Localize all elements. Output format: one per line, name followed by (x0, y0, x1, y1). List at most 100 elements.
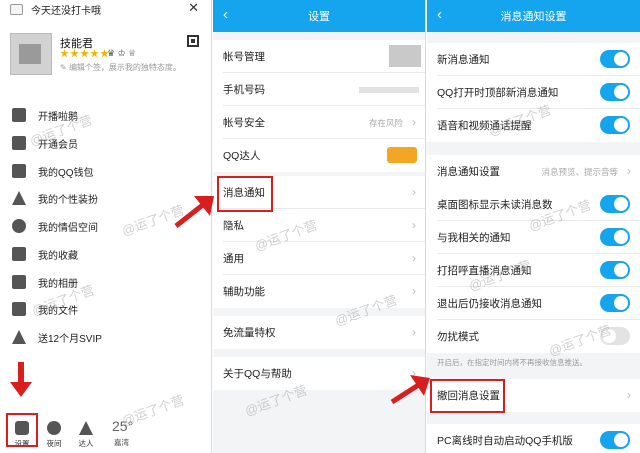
notification-settings-screen: ‹ 消息通知设置 新消息通知 QQ打开时顶部新消息通知 语音和视频通话提醒 消息… (427, 0, 640, 453)
chevron-right-icon: › (627, 164, 631, 178)
menu-item-album[interactable]: 我的相册 (0, 268, 211, 296)
account-thumbnail (389, 45, 421, 67)
menu-item-svip[interactable]: 送12个月SVIP (0, 323, 211, 351)
phone-value-blur (359, 87, 419, 93)
menu-item-wallet[interactable]: 我的QQ钱包 (0, 157, 211, 185)
expert-button[interactable]: 达人 (72, 421, 100, 449)
level-stars[interactable] (60, 49, 109, 58)
expert-label: 达人 (78, 439, 94, 448)
star-icon (60, 49, 69, 58)
signature[interactable]: ✎ 编辑个签，展示我的独特态度。 (60, 62, 181, 73)
menu-item-favorites[interactable]: 我的收藏 (0, 240, 211, 268)
settings-item-security[interactable]: 帐号安全 存在风险 › (213, 106, 425, 139)
star-icon (80, 49, 89, 58)
moon-icon (47, 421, 61, 435)
signature-text: 编辑个签，展示我的独特态度。 (68, 63, 181, 72)
highlight-box-notification (217, 176, 273, 212)
toggle-switch[interactable] (600, 116, 630, 134)
menu-label: 开通会员 (38, 139, 78, 151)
toggle-row-new-message[interactable]: 新消息通知 (427, 43, 640, 76)
toggle-switch[interactable] (600, 50, 630, 68)
chevron-right-icon: › (412, 325, 416, 339)
toggle-row-pc-offline-auto-start[interactable]: PC离线时自动启动QQ手机版 (427, 424, 640, 453)
back-icon[interactable]: ‹ (437, 7, 442, 23)
settings-item-privacy[interactable]: 隐私 › (213, 209, 425, 242)
checkin-icon (10, 4, 23, 15)
row-label: 辅助功能 (223, 286, 265, 298)
row-label: 通用 (223, 253, 244, 265)
row-label: 免流量特权 (223, 327, 276, 339)
settings-item-general[interactable]: 通用 › (213, 242, 425, 275)
settings-item-free-data[interactable]: 免流量特权 › (213, 316, 425, 349)
toggle-row-do-not-disturb[interactable]: 勿扰模式 (427, 320, 640, 353)
toggle-row-receive-after-exit[interactable]: 退出后仍接收消息通知 (427, 287, 640, 320)
toggle-switch[interactable] (600, 294, 630, 312)
night-mode-button[interactable]: 夜间 (40, 421, 68, 449)
menu-label: 我的情侣空间 (38, 222, 98, 234)
menu-label: 开播啦鹅 (38, 111, 78, 123)
checkin-banner[interactable]: 今天还没打卡哦 (10, 2, 101, 17)
night-label: 夜间 (46, 439, 62, 448)
gift-icon (12, 330, 26, 344)
row-label: 隐私 (223, 220, 244, 232)
bookmark-icon (12, 247, 26, 261)
toggle-row-related-to-me[interactable]: 与我相关的通知 (427, 221, 640, 254)
highlight-box-settings (6, 413, 38, 447)
red-arrow-down (10, 362, 32, 397)
menu-label: 我的文件 (38, 305, 78, 317)
toggle-switch[interactable] (600, 261, 630, 279)
broadcast-icon (12, 108, 26, 122)
menu-label: 我的QQ钱包 (38, 167, 94, 179)
chevron-right-icon: › (412, 185, 416, 199)
expert-badge-icon (387, 147, 417, 163)
toggle-switch[interactable] (600, 83, 630, 101)
toggle-row-top-notification[interactable]: QQ打开时顶部新消息通知 (427, 76, 640, 109)
settings-item-phone[interactable]: 手机号码 (213, 73, 425, 106)
toggle-switch[interactable] (600, 327, 630, 345)
toggle-row-live-greeting[interactable]: 打招呼直播消息通知 (427, 254, 640, 287)
toggle-switch[interactable] (600, 431, 630, 449)
menu-item-broadcast[interactable]: 开播啦鹅 (0, 101, 211, 129)
wallet-icon (12, 164, 26, 178)
settings-item-qq-expert[interactable]: QQ达人 (213, 139, 425, 172)
settings-item-notification-options[interactable]: 消息通知设置 消息预览、提示音等 › (427, 155, 640, 188)
shirt-icon (12, 191, 26, 205)
settings-header: ‹ 设置 (213, 0, 425, 32)
weather-location: 嘉湾 (114, 438, 129, 447)
chevron-right-icon: › (412, 284, 416, 298)
row-hint: 存在风险 (368, 118, 403, 128)
folder-icon (12, 302, 26, 316)
notification-header: ‹ 消息通知设置 (427, 0, 640, 32)
highlight-box-recall (430, 379, 505, 413)
settings-item-accessibility[interactable]: 辅助功能 › (213, 275, 425, 308)
red-arrow-right (174, 196, 214, 228)
row-hint: 消息预览、提示音等 (541, 167, 618, 177)
album-icon (12, 275, 26, 289)
toggle-switch[interactable] (600, 195, 630, 213)
toggle-switch[interactable] (600, 228, 630, 246)
red-arrow-right (390, 375, 430, 405)
toggle-row-call-reminder[interactable]: 语音和视频通话提醒 (427, 109, 640, 142)
qrcode-icon[interactable] (187, 35, 199, 47)
page-title: 消息通知设置 (500, 11, 567, 23)
weather-temperature[interactable]: 25° (112, 418, 133, 434)
checkin-text: 今天还没打卡哦 (31, 6, 101, 17)
heart-icon (12, 219, 26, 233)
expert-icon (79, 421, 93, 435)
chevron-right-icon: › (627, 388, 631, 402)
page-title: 设置 (308, 11, 330, 23)
star-icon (90, 49, 99, 58)
member-icon (12, 136, 26, 150)
badge-icons[interactable]: ♛ ♔ ♕ (107, 48, 136, 59)
star-icon (70, 49, 79, 58)
avatar[interactable] (10, 33, 52, 75)
back-icon[interactable]: ‹ (223, 7, 228, 23)
menu-item-files[interactable]: 我的文件 (0, 295, 211, 323)
menu-label: 我的收藏 (38, 250, 78, 262)
settings-item-account[interactable]: 帐号管理 (213, 40, 425, 73)
close-icon[interactable]: ✕ (188, 0, 199, 16)
menu-label: 送12个月SVIP (38, 333, 102, 345)
menu-item-member[interactable]: 开通会员 (0, 129, 211, 157)
toggle-row-unread-badge[interactable]: 桌面图标显示未读消息数 (427, 188, 640, 221)
chevron-right-icon: › (412, 251, 416, 265)
